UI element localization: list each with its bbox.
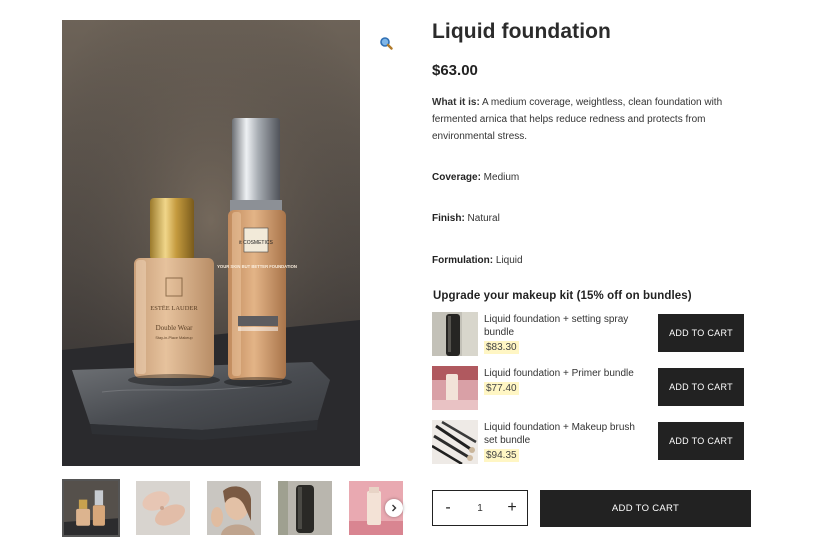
attribute-label: Finish: — [432, 213, 465, 224]
left-bottle-sub: Stay-in-Place Makeup — [155, 336, 192, 340]
bundle-image-spray[interactable] — [432, 312, 478, 356]
bundle-add-to-cart-button[interactable]: ADD TO CART — [658, 422, 744, 460]
bundle-item: Liquid foundation + Primer bundle $77.40… — [432, 366, 744, 412]
bundle-name[interactable]: Liquid foundation + Makeup brush set bun… — [484, 421, 644, 447]
chevron-right-icon[interactable] — [385, 499, 403, 517]
add-to-cart-button[interactable]: ADD TO CART — [540, 490, 751, 527]
description-label: What it is: — [432, 97, 480, 108]
thumbnail-foundation[interactable] — [62, 479, 120, 537]
thumbnail-spray[interactable] — [278, 481, 332, 535]
attribute-value: Liquid — [493, 255, 523, 266]
magnifier-icon[interactable] — [379, 36, 393, 50]
attribute-formulation: Formulation: Liquid — [432, 255, 523, 266]
product-title: Liquid foundation — [432, 20, 611, 43]
bundle-info: Liquid foundation + Makeup brush set bun… — [484, 421, 644, 462]
right-bottle-text: YOUR SKIN BUT BETTER FOUNDATION — [217, 264, 297, 269]
bundle-item: Liquid foundation + Makeup brush set bun… — [432, 420, 744, 466]
thumbnail-model[interactable] — [207, 481, 261, 535]
attribute-label: Coverage: — [432, 172, 481, 183]
product-main-image[interactable]: ESTĒE LAUDER Double Wear Stay-in-Place M… — [62, 20, 360, 466]
bundle-name[interactable]: Liquid foundation + setting spray bundle — [484, 313, 644, 339]
attribute-label: Formulation: — [432, 255, 494, 266]
attribute-value: Medium — [480, 172, 520, 183]
quantity-stepper: - 1 + — [432, 490, 528, 526]
right-bottle-brand: it COSMETICS — [239, 240, 273, 246]
bundle-price: $83.30 — [484, 341, 519, 354]
thumbnail-strip — [62, 479, 404, 539]
product-price: $63.00 — [432, 62, 478, 79]
quantity-input[interactable]: 1 — [465, 503, 495, 514]
bundle-image-brushes[interactable] — [432, 420, 478, 464]
bundle-name[interactable]: Liquid foundation + Primer bundle — [484, 367, 644, 380]
bundle-price: $94.35 — [484, 449, 519, 462]
attribute-coverage: Coverage: Medium — [432, 172, 519, 183]
bundle-price: $77.40 — [484, 382, 519, 395]
bundle-info: Liquid foundation + setting spray bundle… — [484, 313, 644, 354]
bundle-add-to-cart-button[interactable]: ADD TO CART — [658, 368, 744, 406]
decrease-quantity-button[interactable]: - — [433, 491, 463, 525]
attribute-value: Natural — [464, 213, 500, 224]
increase-quantity-button[interactable]: + — [497, 491, 527, 525]
bundle-info: Liquid foundation + Primer bundle $77.40 — [484, 367, 644, 395]
bundle-add-to-cart-button[interactable]: ADD TO CART — [658, 314, 744, 352]
foundation-bottles-photo: ESTĒE LAUDER Double Wear Stay-in-Place M… — [62, 20, 360, 466]
thumbnail-hands[interactable] — [136, 481, 190, 535]
product-description: What it is: A medium coverage, weightles… — [432, 94, 732, 145]
left-bottle-name: Double Wear — [156, 324, 193, 332]
attribute-finish: Finish: Natural — [432, 213, 500, 224]
bundle-image-primer[interactable] — [432, 366, 478, 410]
bundle-item: Liquid foundation + setting spray bundle… — [432, 312, 744, 358]
left-bottle-brand: ESTĒE LAUDER — [150, 305, 198, 312]
bundle-heading: Upgrade your makeup kit (15% off on bund… — [433, 290, 692, 302]
